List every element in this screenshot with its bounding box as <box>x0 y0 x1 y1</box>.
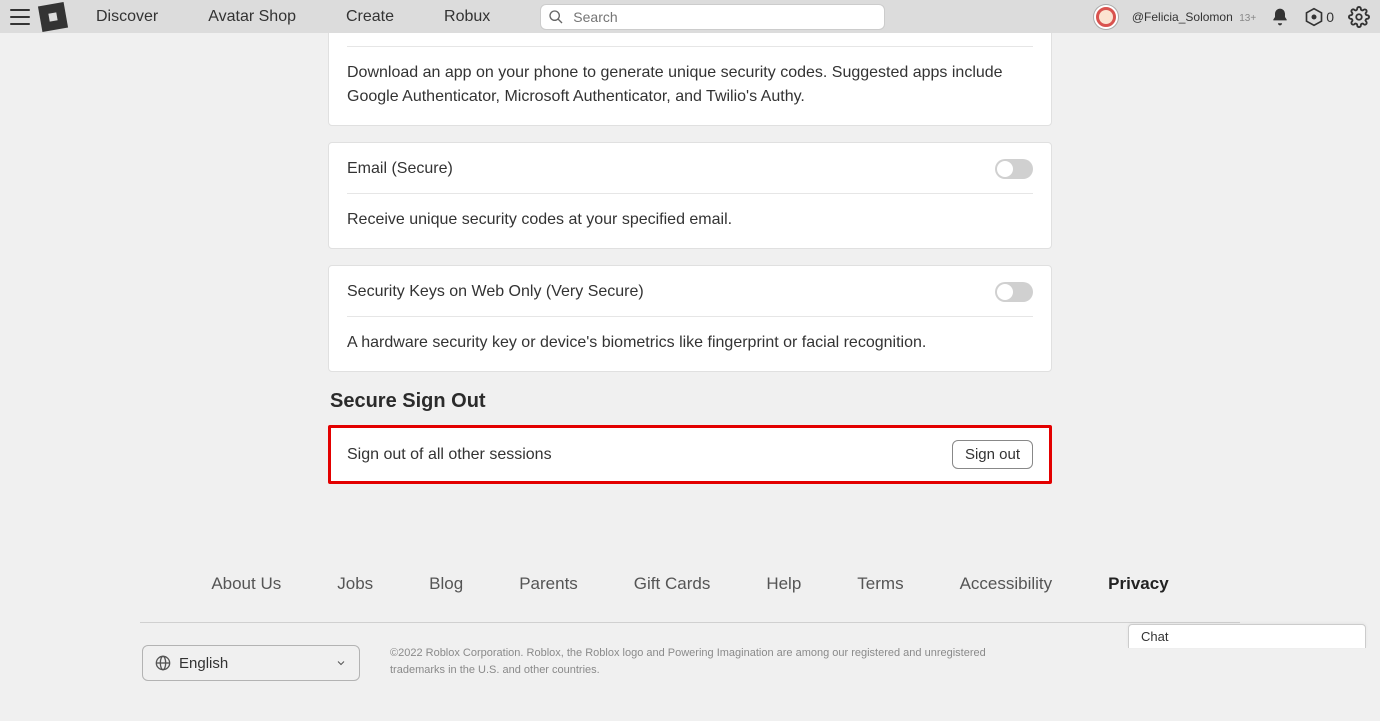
security-keys-toggle[interactable] <box>995 282 1033 302</box>
footer-giftcards[interactable]: Gift Cards <box>634 574 711 594</box>
footer-links: About Us Jobs Blog Parents Gift Cards He… <box>140 574 1240 594</box>
security-keys-title: Security Keys on Web Only (Very Secure) <box>347 283 644 301</box>
username[interactable]: @Felicia_Solomon 13+ <box>1132 8 1256 26</box>
footer-blog[interactable]: Blog <box>429 574 463 594</box>
card-email: Email (Secure) Receive unique security c… <box>328 142 1052 249</box>
robux-icon[interactable]: 0 <box>1304 7 1334 27</box>
email-desc: Receive unique security codes at your sp… <box>347 208 1033 232</box>
search-input[interactable] <box>540 4 885 30</box>
card-secure-signout: Sign out of all other sessions Sign out <box>328 425 1052 484</box>
topbar-right: @Felicia_Solomon 13+ 0 <box>1094 5 1370 29</box>
footer-privacy[interactable]: Privacy <box>1108 574 1169 594</box>
card-authenticator: Authenticator App (Very Secure) Download… <box>328 23 1052 126</box>
chat-label: Chat <box>1141 629 1168 644</box>
footer-accessibility[interactable]: Accessibility <box>960 574 1053 594</box>
footer-help[interactable]: Help <box>766 574 801 594</box>
chat-bar[interactable]: Chat <box>1128 624 1366 648</box>
nav-avatar-shop[interactable]: Avatar Shop <box>208 8 296 26</box>
globe-icon <box>155 655 171 671</box>
email-title: Email (Secure) <box>347 160 453 178</box>
username-text: @Felicia_Solomon <box>1132 10 1233 24</box>
robux-count: 0 <box>1326 9 1334 25</box>
settings-icon[interactable] <box>1348 6 1370 28</box>
signout-button[interactable]: Sign out <box>952 440 1033 469</box>
top-nav: Discover Avatar Shop Create Robux @Felic… <box>0 0 1380 33</box>
divider <box>347 316 1033 317</box>
footer-divider <box>140 622 1240 623</box>
card-security-keys: Security Keys on Web Only (Very Secure) … <box>328 265 1052 372</box>
divider <box>347 193 1033 194</box>
secure-signout-heading: Secure Sign Out <box>330 390 1052 413</box>
footer-about[interactable]: About Us <box>211 574 281 594</box>
security-keys-desc: A hardware security key or device's biom… <box>347 331 1033 355</box>
signout-label: Sign out of all other sessions <box>347 446 552 464</box>
language-select[interactable]: English <box>142 645 360 681</box>
nav-robux[interactable]: Robux <box>444 8 490 26</box>
chevron-down-icon <box>335 657 347 669</box>
menu-icon[interactable] <box>10 9 30 25</box>
email-toggle[interactable] <box>995 159 1033 179</box>
nav-discover[interactable]: Discover <box>96 8 158 26</box>
avatar[interactable] <box>1094 5 1118 29</box>
divider <box>347 46 1033 47</box>
legal-text: ©2022 Roblox Corporation. Roblox, the Ro… <box>390 645 990 678</box>
footer-jobs[interactable]: Jobs <box>337 574 373 594</box>
authenticator-desc: Download an app on your phone to generat… <box>347 61 1033 109</box>
footer-terms[interactable]: Terms <box>857 574 903 594</box>
notifications-icon[interactable] <box>1270 7 1290 27</box>
search-wrap <box>540 4 885 30</box>
nav-create[interactable]: Create <box>346 8 394 26</box>
age-badge: 13+ <box>1239 13 1256 24</box>
logo-icon[interactable] <box>38 1 68 31</box>
nav-links: Discover Avatar Shop Create Robux <box>96 8 540 26</box>
search-icon <box>548 9 564 25</box>
language-label: English <box>179 655 228 672</box>
footer-parents[interactable]: Parents <box>519 574 578 594</box>
